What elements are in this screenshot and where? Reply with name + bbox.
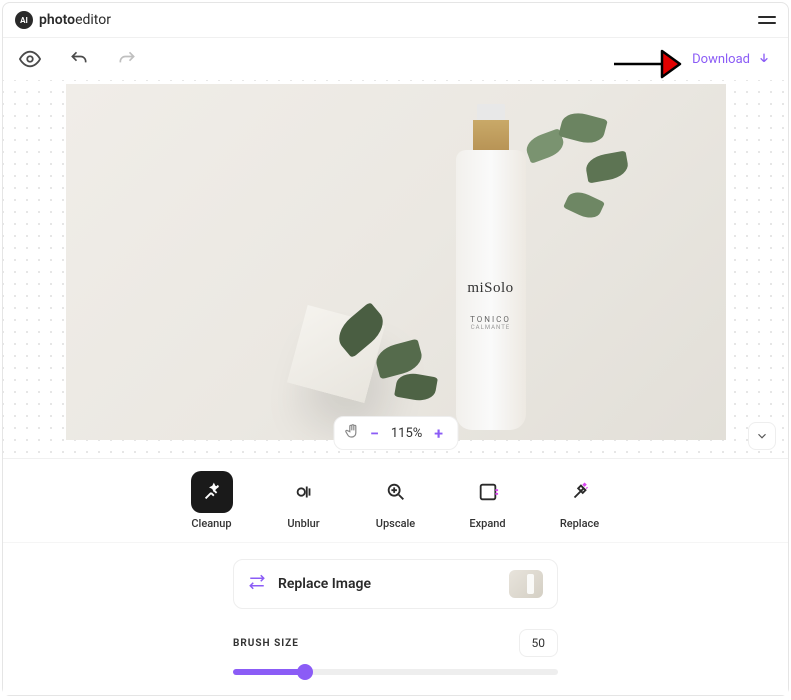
tool-panel: Replace Image BRUSH SIZE 50 (3, 542, 788, 695)
app-header: AI photoeditor (3, 3, 788, 38)
collapse-panel-button[interactable] (748, 422, 776, 450)
cleanup-icon (191, 471, 233, 513)
zoom-out-button[interactable]: − (366, 424, 383, 443)
download-button[interactable]: Download (692, 51, 772, 67)
tool-upscale[interactable]: Upscale (375, 471, 417, 530)
tool-cleanup[interactable]: Cleanup (191, 471, 233, 530)
toolbar-right: Download (692, 51, 772, 67)
tool-expand[interactable]: Expand (467, 471, 509, 530)
image-preview[interactable]: miSolo TONICO CALMANTE (66, 84, 726, 440)
logo-badge: AI (15, 11, 33, 29)
product-type: TONICO (456, 315, 526, 324)
app-window: AI photoeditor Download (2, 2, 789, 696)
replace-label: Replace (560, 517, 599, 530)
expand-label: Expand (469, 517, 505, 530)
tools-row: Cleanup Unblur Upscale Expand Replace (3, 458, 788, 542)
brush-size-value[interactable]: 50 (519, 629, 559, 657)
unblur-icon (283, 471, 325, 513)
replace-image-button[interactable]: Replace Image (233, 559, 558, 609)
product-brand: miSolo (456, 280, 526, 297)
brush-size-header: BRUSH SIZE 50 (233, 629, 558, 657)
zoom-level: − 115% + (366, 424, 447, 443)
zoom-percent: 115% (391, 426, 422, 441)
chevron-down-icon (755, 429, 769, 443)
top-toolbar: Download (3, 38, 788, 80)
toolbar-left (19, 48, 137, 70)
canvas-area: miSolo TONICO CALMANTE − 115% + (3, 80, 788, 458)
replace-image-label: Replace Image (278, 576, 371, 592)
product-subtype: CALMANTE (456, 324, 526, 331)
swap-icon (248, 573, 266, 595)
preview-product-bottle: miSolo TONICO CALMANTE (456, 104, 526, 434)
zoom-in-button[interactable]: + (430, 424, 447, 443)
download-label: Download (692, 52, 750, 67)
brush-size-slider[interactable] (233, 669, 558, 675)
cleanup-label: Cleanup (191, 517, 231, 530)
brush-size-label: BRUSH SIZE (233, 638, 299, 649)
slider-fill (233, 669, 305, 675)
slider-thumb[interactable] (297, 664, 313, 680)
zoom-controls: − 115% + (333, 416, 458, 450)
undo-icon[interactable] (69, 49, 89, 69)
logo-text-bold: photo (39, 12, 75, 28)
redo-icon[interactable] (117, 49, 137, 69)
unblur-label: Unblur (287, 517, 319, 530)
replace-icon (559, 471, 601, 513)
expand-icon (467, 471, 509, 513)
upscale-icon (375, 471, 417, 513)
download-arrow-icon (756, 51, 772, 67)
tool-replace[interactable]: Replace (559, 471, 601, 530)
preview-eye-icon[interactable] (19, 48, 41, 70)
logo-text-light: editor (75, 12, 111, 28)
pan-hand-icon[interactable] (344, 423, 360, 443)
logo-text: photoeditor (39, 12, 111, 28)
hamburger-menu-icon[interactable] (758, 12, 776, 28)
image-thumbnail (509, 570, 543, 598)
tool-unblur[interactable]: Unblur (283, 471, 325, 530)
app-logo[interactable]: AI photoeditor (15, 11, 111, 29)
upscale-label: Upscale (376, 517, 415, 530)
